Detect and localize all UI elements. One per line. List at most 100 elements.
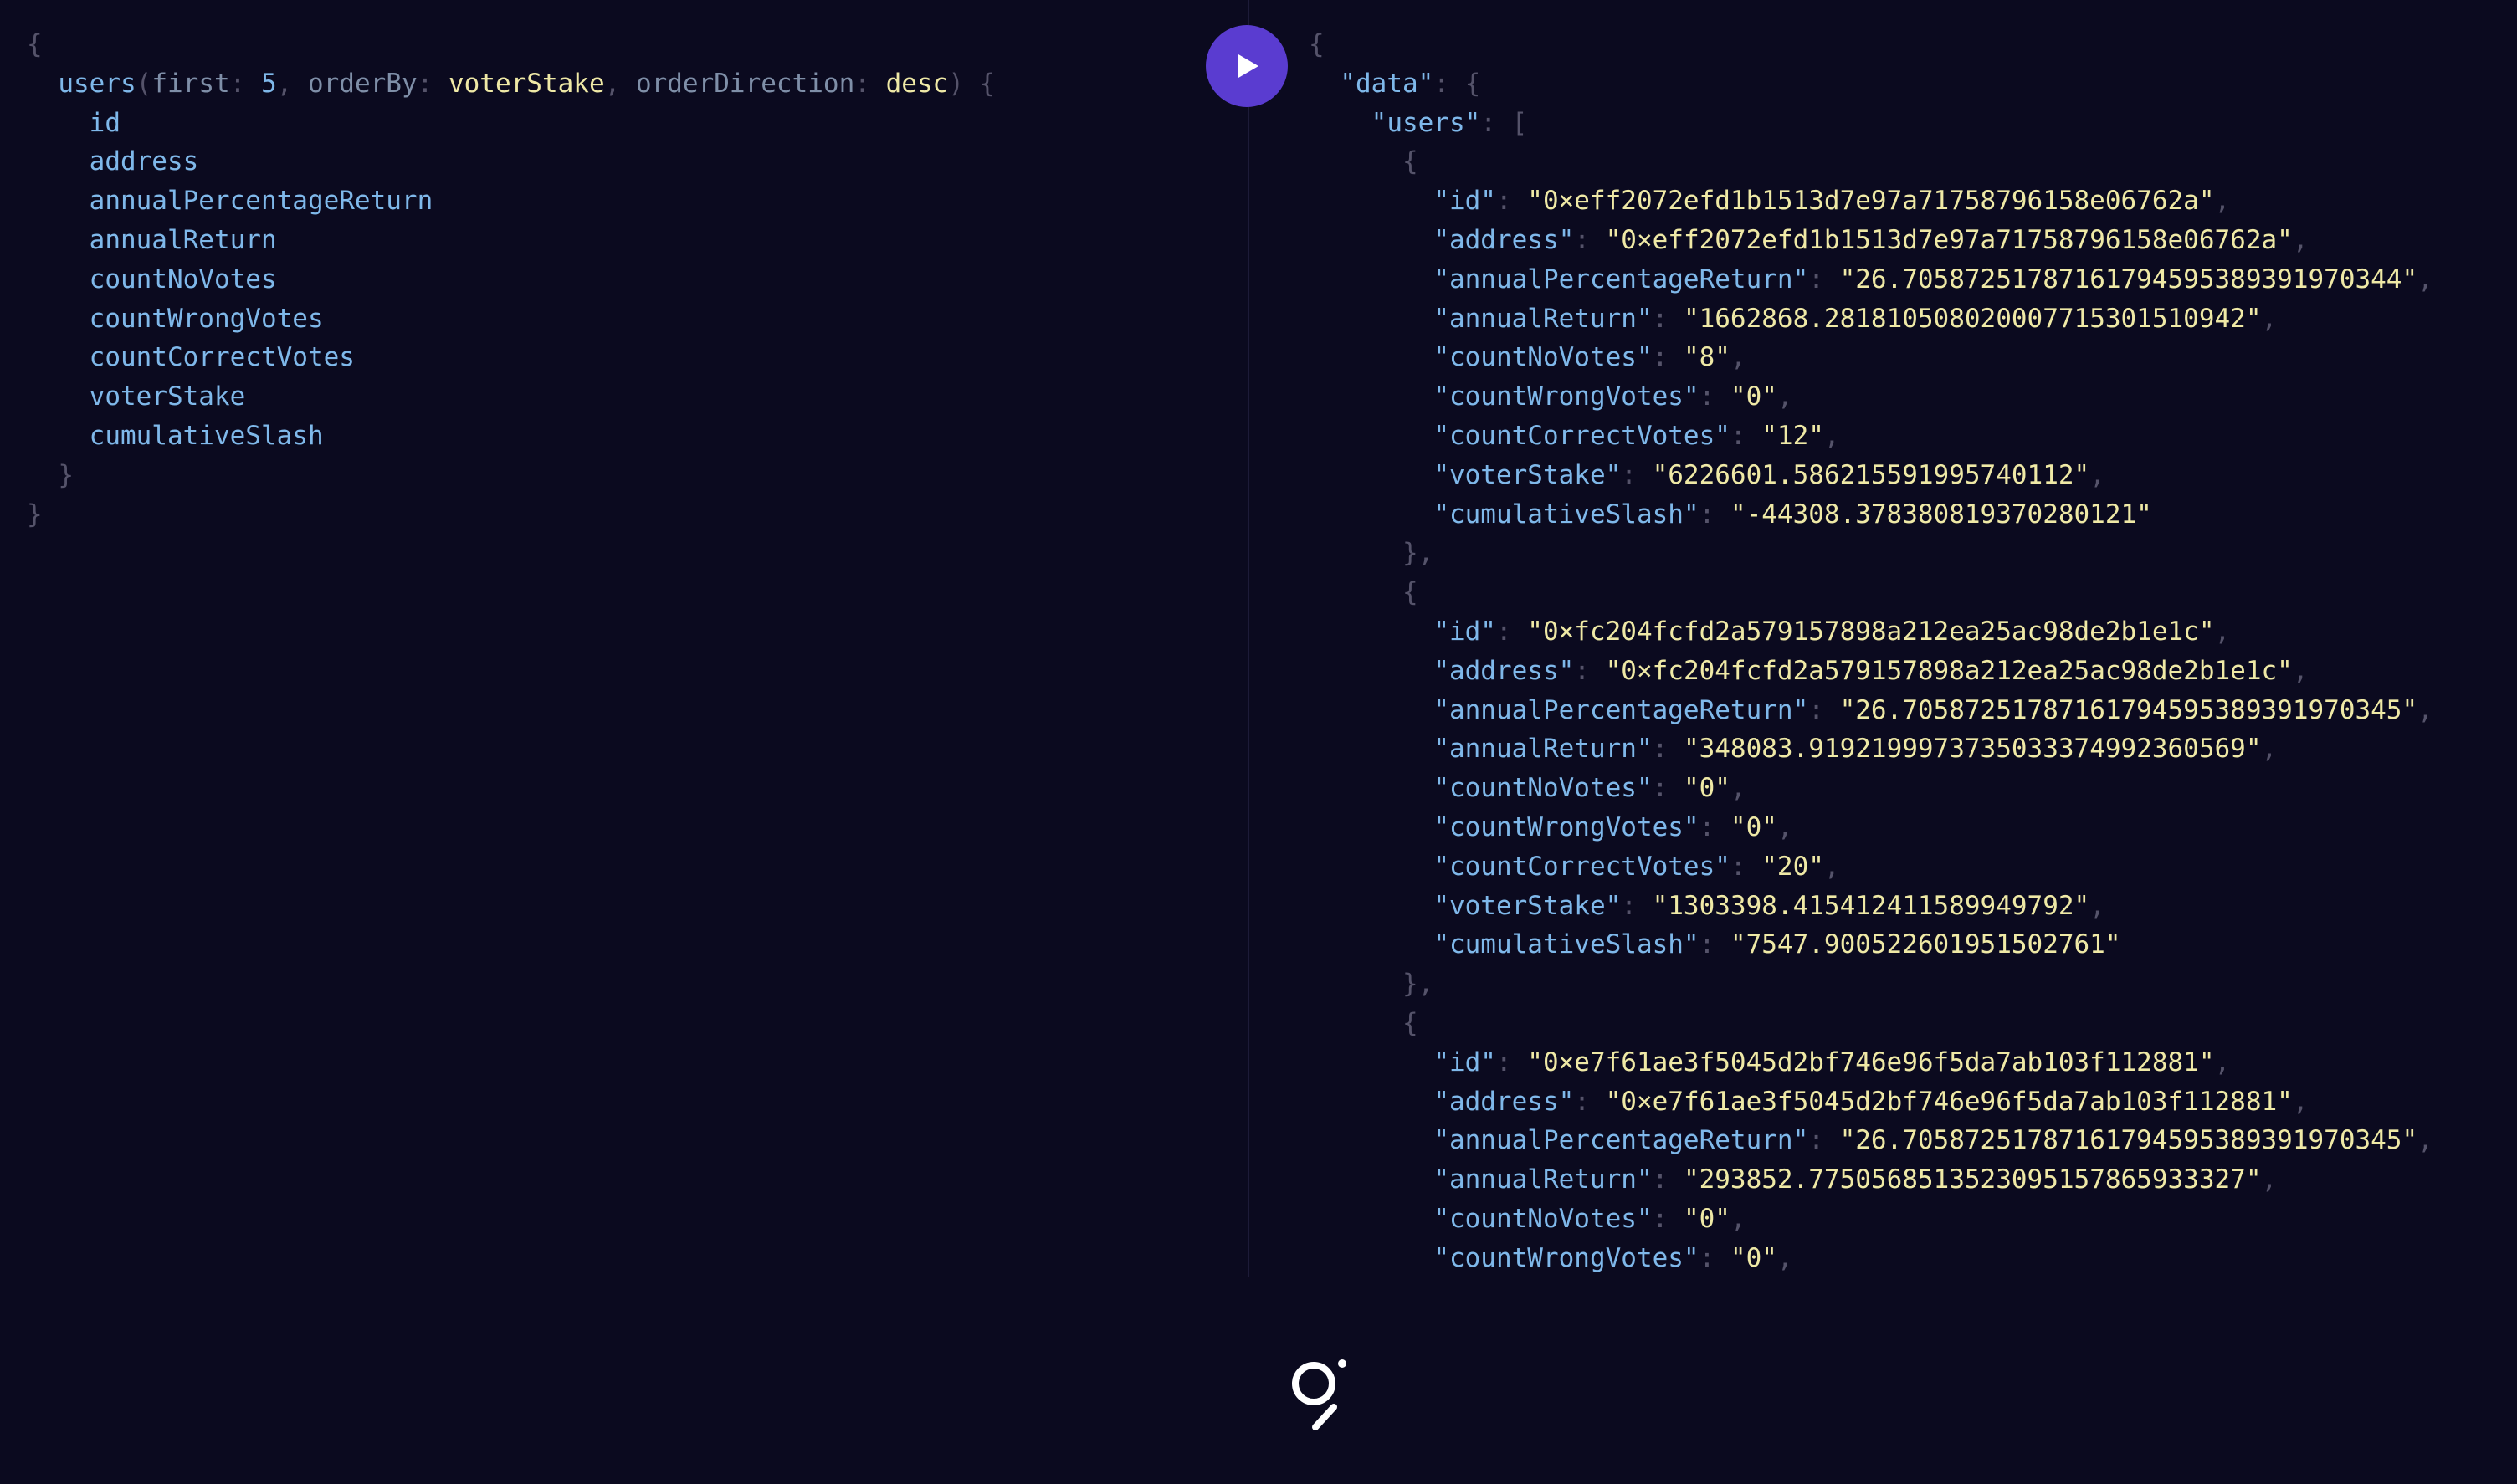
query-selection-field: annualPercentageReturn (89, 186, 433, 217)
query-close-brace: } (27, 499, 43, 530)
result-line: "countWrongVotes": "0", (1433, 1242, 1793, 1273)
result-line: }, (1402, 969, 1434, 1000)
json-key: "id" (1433, 616, 1496, 647)
json-value: "20" (1761, 851, 1824, 882)
json-key: "address" (1433, 224, 1575, 255)
json-key: "annualPercentageReturn" (1433, 1125, 1809, 1156)
result-json: { "data": { "users": [ { "id": "0×eff207… (1309, 25, 2433, 1277)
json-value: "0×fc204fcfd2a579157898a212ea25ac98de2b1… (1605, 655, 2293, 686)
json-key: "countCorrectVotes" (1433, 420, 1730, 451)
result-line: "address": "0×fc204fcfd2a579157898a212ea… (1433, 655, 2309, 686)
json-key: "annualPercentageReturn" (1433, 264, 1809, 294)
json-value: "1662868.281810508020007715301510942" (1683, 303, 2262, 334)
json-value: "0" (1730, 1242, 1777, 1273)
json-key: "countCorrectVotes" (1433, 851, 1730, 882)
json-value: "6226601.586215591995740112" (1652, 459, 2090, 490)
result-line: "annualPercentageReturn": "26.7058725178… (1433, 1125, 2433, 1156)
result-line: "id": "0×eff2072efd1b1513d7e97a717587961… (1433, 186, 2231, 217)
query-selection-field: countWrongVotes (89, 303, 324, 334)
result-line: "annualReturn": "293852.7750568513523095… (1433, 1164, 2278, 1195)
query-selection-field: countCorrectVotes (89, 342, 355, 373)
the-graph-logo-icon (1292, 1359, 1346, 1430)
json-value: "7547.900522601951502761" (1730, 929, 2121, 960)
query-line: voterStake (27, 377, 995, 417)
json-key: "countNoVotes" (1433, 773, 1653, 804)
json-key: "voterStake" (1433, 459, 1622, 490)
query-selection-field: voterStake (89, 381, 246, 412)
json-key: "cumulativeSlash" (1433, 929, 1699, 960)
query-line: annualPercentageReturn (27, 182, 995, 221)
result-line: "id": "0×e7f61ae3f5045d2bf746e96f5da7ab1… (1433, 1046, 2231, 1077)
json-value: "-44308.378380819370280121" (1730, 499, 2152, 530)
query-root-field: users (58, 68, 136, 99)
pane-divider[interactable] (1248, 0, 1249, 1277)
query-line: annualReturn (27, 221, 995, 260)
json-key: "countWrongVotes" (1433, 381, 1699, 412)
result-line: { (1309, 29, 1325, 59)
json-value: "0×eff2072efd1b1513d7e97a71758796158e067… (1605, 224, 2293, 255)
result-line: "countWrongVotes": "0", (1433, 381, 1793, 412)
json-key: "id" (1433, 1046, 1496, 1077)
query-line: address (27, 142, 995, 182)
query-line: countWrongVotes (27, 299, 995, 339)
result-line: "cumulativeSlash": "7547.900522601951502… (1433, 929, 2121, 960)
result-line: "address": "0×eff2072efd1b1513d7e97a7175… (1433, 224, 2309, 255)
result-line: "countCorrectVotes": "12", (1433, 420, 1840, 451)
query-line: id (27, 104, 995, 143)
json-value: "0" (1683, 1203, 1730, 1234)
query-selection-field: cumulativeSlash (89, 420, 324, 451)
query-arg-value: 5 (260, 68, 277, 99)
query-selection-field: countNoVotes (89, 264, 277, 294)
json-value: "26.705872517871617945953893919703​44" (1839, 264, 2418, 294)
json-value: "0" (1683, 773, 1730, 804)
result-line: "annualReturn": "348083.9192199973735033… (1433, 734, 2278, 765)
query-code: { users(first: 5, orderBy: voterStake, o… (27, 25, 995, 534)
result-line: "annualPercentageReturn": "26.7058725178… (1433, 694, 2433, 725)
query-line: cumulativeSlash (27, 417, 995, 456)
json-key: "id" (1433, 186, 1496, 217)
json-value: "0×e7f61ae3f5045d2bf746e96f5da7ab103f112… (1527, 1046, 2215, 1077)
query-arg-value: voterStake (448, 68, 605, 99)
query-arg-value: desc (885, 68, 949, 99)
result-line: }, (1402, 538, 1434, 569)
result-viewer[interactable]: { "data": { "users": [ { "id": "0×eff207… (1250, 0, 2517, 1277)
json-value: "348083.9192199973735033374992360569" (1683, 734, 2262, 765)
json-key: "countWrongVotes" (1433, 1242, 1699, 1273)
query-line: { (27, 25, 995, 64)
json-key: "address" (1433, 655, 1575, 686)
result-line: "annualPercentageReturn": "26.7058725178… (1433, 264, 2433, 294)
query-arg-name: orderDirection (635, 68, 855, 99)
query-selection-field: id (89, 107, 120, 138)
json-key: "address" (1433, 1086, 1575, 1117)
json-value: "0×e7f61ae3f5045d2bf746e96f5da7ab103f112… (1605, 1086, 2293, 1117)
json-value: "0×eff2072efd1b1513d7e97a71758796158e067… (1527, 186, 2215, 217)
result-line: "users": [ (1371, 107, 1528, 138)
result-line: "annualReturn": "1662868.281810508020007… (1433, 303, 2278, 334)
query-line: } (27, 456, 995, 495)
json-value: "0×fc204fcfd2a579157898a212ea25ac98de2b1… (1527, 616, 2215, 647)
json-key: "countNoVotes" (1433, 342, 1653, 373)
result-line: "countNoVotes": "0", (1433, 773, 1746, 804)
json-value: "26.70587251787161794595389391970345" (1839, 694, 2418, 725)
json-value: "293852.7750568513523095157865933327" (1683, 1164, 2262, 1195)
result-line: "address": "0×e7f61ae3f5045d2bf746e96f5d… (1433, 1086, 2309, 1117)
query-line: countNoVotes (27, 260, 995, 299)
result-line: "id": "0×fc204fcfd2a579157898a212ea25ac9… (1433, 616, 2231, 647)
result-line: "voterStake": "1303398.41541241158994979… (1433, 890, 2105, 921)
query-line: } (27, 495, 995, 535)
query-line: countCorrectVotes (27, 338, 995, 377)
json-key: "annualReturn" (1433, 1164, 1653, 1195)
json-key: "annualReturn" (1433, 303, 1653, 334)
query-selection-field: annualReturn (89, 224, 277, 255)
query-arg-name: orderBy (307, 68, 418, 99)
result-line: "countNoVotes": "0", (1433, 1203, 1746, 1234)
result-line: "data": { (1340, 68, 1481, 99)
json-key: "cumulativeSlash" (1433, 499, 1699, 530)
query-editor[interactable]: { users(first: 5, orderBy: voterStake, o… (0, 0, 1247, 1277)
result-line: { (1402, 577, 1418, 608)
json-value: "0" (1730, 811, 1777, 842)
result-line: "countCorrectVotes": "20", (1433, 851, 1840, 882)
result-line: "countNoVotes": "8", (1433, 342, 1746, 373)
json-value: "8" (1683, 342, 1730, 373)
json-value: "12" (1761, 420, 1824, 451)
